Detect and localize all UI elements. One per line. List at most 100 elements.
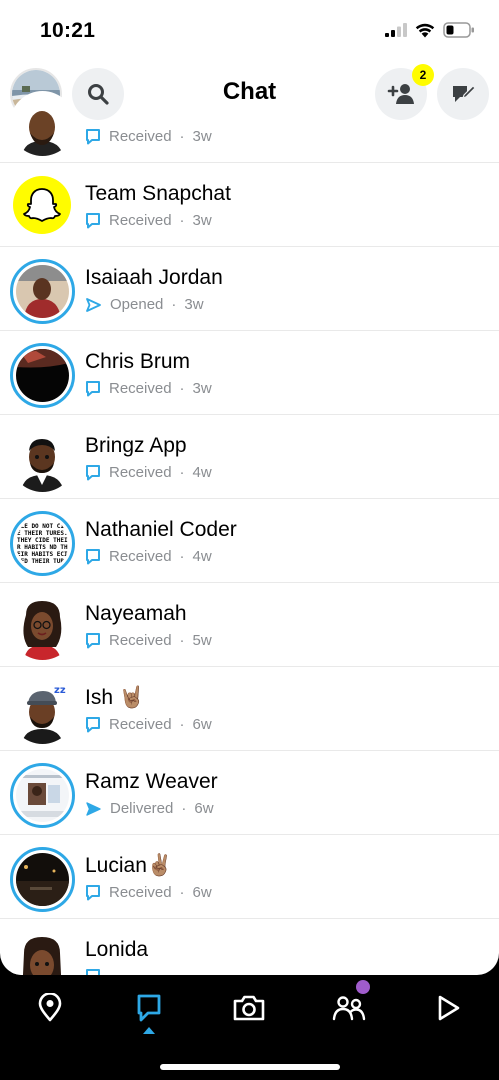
team-snapchat-avatar xyxy=(13,176,71,234)
received-chat-icon xyxy=(86,885,100,901)
stories-notification-dot xyxy=(356,980,370,994)
status-separator: · xyxy=(179,716,185,733)
status-age: 6w xyxy=(192,716,212,733)
chat-row[interactable]: Lonida xyxy=(0,919,499,975)
chat-row[interactable]: Lucian✌🏽 Received · 6w xyxy=(0,835,499,919)
status-age: 6w xyxy=(194,800,214,817)
status-age: 4w xyxy=(192,464,212,481)
status-separator: · xyxy=(179,548,185,565)
bitmoji-icon xyxy=(10,595,75,660)
opened-arrow-icon xyxy=(86,297,101,312)
chat-row[interactable]: Bringz App Received · 4w xyxy=(0,415,499,499)
status-age: 6w xyxy=(192,884,212,901)
chat-row[interactable]: Ramz Weaver Delivered · 6w xyxy=(0,751,499,835)
story-thumbnail xyxy=(16,853,69,906)
story-avatar[interactable] xyxy=(10,763,75,828)
bitmoji-avatar xyxy=(10,91,75,156)
received-chat-icon xyxy=(86,549,100,565)
friends-stories-icon xyxy=(332,996,366,1021)
bitmoji-avatar xyxy=(10,931,75,975)
chat-status: Received · 6w xyxy=(85,716,212,733)
chat-row[interactable]: Chris Brum Received · 3w xyxy=(0,331,499,415)
status-bar: 10:21 xyxy=(0,0,499,60)
dark-photo-icon xyxy=(16,349,69,402)
story-thumbnail xyxy=(16,265,69,318)
received-chat-icon xyxy=(86,213,100,229)
bitmoji-avatar xyxy=(10,427,75,492)
bitmoji-icon: zz xyxy=(10,679,75,744)
chat-row[interactable]: Received · 3w xyxy=(0,79,499,163)
night-photo-icon xyxy=(16,853,69,906)
story-avatar[interactable]: PLE DO NOT CIDE THEIR TURES. THEY CIDE T… xyxy=(10,511,75,576)
status-age: 3w xyxy=(184,296,204,313)
status-icons xyxy=(385,22,475,38)
status-separator: · xyxy=(179,128,185,145)
screenshot-photo-icon xyxy=(16,769,69,822)
chat-row[interactable]: Isaiaah Jordan Opened · 3w xyxy=(0,247,499,331)
chat-status: Received · 4w xyxy=(85,464,212,481)
snapchat-ghost-icon xyxy=(23,188,61,222)
nav-chat[interactable] xyxy=(124,983,174,1033)
chat-status: Received · 3w xyxy=(85,212,212,229)
quote-thumbnail-text: PLE DO NOT CIDE THEIR TURES. THEY CIDE T… xyxy=(17,522,68,565)
chat-name: Lonida xyxy=(85,938,149,961)
chat-row[interactable]: PLE DO NOT CIDE THEIR TURES. THEY CIDE T… xyxy=(0,499,499,583)
cellular-signal-icon xyxy=(385,23,407,37)
status-separator: · xyxy=(179,380,185,397)
story-thumbnail xyxy=(16,349,69,402)
chat-name: Ish 🤘🏽 xyxy=(85,686,145,709)
received-chat-icon xyxy=(86,465,100,481)
story-avatar[interactable] xyxy=(10,259,75,324)
status-text: Received xyxy=(109,548,172,565)
chat-name: Nathaniel Coder xyxy=(85,518,237,541)
status-time: 10:21 xyxy=(40,19,96,42)
chat-row[interactable]: Nayeamah Received · 5w xyxy=(0,583,499,667)
chat-screen: 10:21 Chat 2 Received · 3w Team Snapchat… xyxy=(0,0,499,975)
bitmoji-icon xyxy=(10,91,75,156)
chat-row[interactable]: Team Snapchat Received · 3w xyxy=(0,163,499,247)
chat-name: Isaiaah Jordan xyxy=(85,266,223,289)
chat-status: Opened · 3w xyxy=(85,296,204,313)
status-text: Delivered xyxy=(110,800,174,817)
map-pin-icon xyxy=(38,993,62,1022)
received-chat-icon xyxy=(86,633,100,649)
status-text: Received xyxy=(109,716,172,733)
chat-name: Lucian✌🏽 xyxy=(85,854,174,877)
status-text: Received xyxy=(109,212,172,229)
status-age: 3w xyxy=(192,212,212,229)
active-tab-indicator xyxy=(143,1027,155,1034)
nav-map[interactable] xyxy=(25,983,75,1033)
chat-status: Delivered · 6w xyxy=(85,800,214,817)
story-avatar[interactable] xyxy=(10,847,75,912)
svg-text:zz: zz xyxy=(54,685,66,696)
received-chat-icon xyxy=(86,129,100,145)
chat-name: Ramz Weaver xyxy=(85,770,218,793)
chat-status: Received · 3w xyxy=(85,380,212,397)
status-age: 3w xyxy=(192,128,212,145)
status-text: Received xyxy=(109,128,172,145)
chat-name: Chris Brum xyxy=(85,350,191,373)
status-age: 4w xyxy=(192,548,212,565)
status-separator: · xyxy=(179,632,185,649)
chat-status: Received · 6w xyxy=(85,884,212,901)
chat-status: Received · 3w xyxy=(85,128,212,145)
status-separator: · xyxy=(171,296,177,313)
story-avatar[interactable] xyxy=(10,343,75,408)
bitmoji-avatar xyxy=(10,595,75,660)
received-chat-icon xyxy=(86,717,100,733)
status-text: Received xyxy=(109,632,172,649)
nav-spotlight[interactable] xyxy=(423,983,473,1033)
story-thumbnail: PLE DO NOT CIDE THEIR TURES. THEY CIDE T… xyxy=(16,517,69,570)
chat-row[interactable]: zz Ish 🤘🏽 Received · 6w xyxy=(0,667,499,751)
play-icon xyxy=(438,995,460,1021)
status-text: Received xyxy=(109,380,172,397)
chat-status: Received · 5w xyxy=(85,632,212,649)
chat-status: Received · 4w xyxy=(85,548,212,565)
chat-bubble-icon xyxy=(137,994,161,1022)
camera-icon xyxy=(233,995,265,1021)
status-separator: · xyxy=(181,800,187,817)
nav-camera[interactable] xyxy=(224,983,274,1033)
chat-name: Team Snapchat xyxy=(85,182,231,205)
wifi-icon xyxy=(415,23,435,37)
chat-status xyxy=(85,968,101,975)
